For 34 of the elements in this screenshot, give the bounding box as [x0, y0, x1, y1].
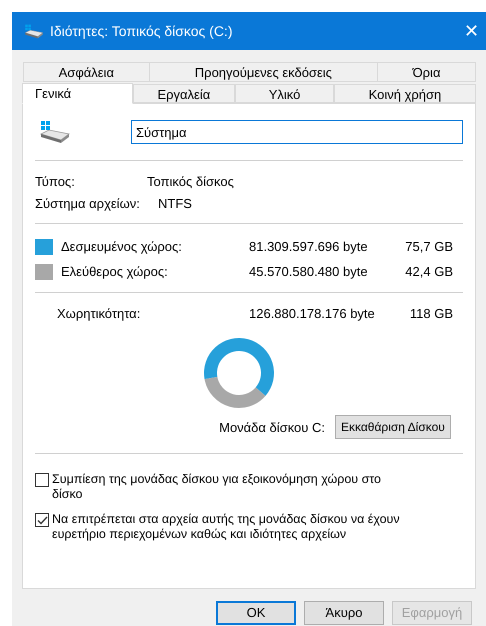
checkbox-label: Συμπίεση της μονάδας δίσκου για εξοικονόμηση χώρου στο δίσκο: [52, 472, 382, 502]
field-value: Τοπικός δίσκος: [147, 173, 234, 192]
tab[interactable]: Όρια: [377, 62, 476, 82]
close-button[interactable]: ✕: [464, 18, 486, 44]
name-field[interactable]: Σύστημα: [131, 120, 463, 144]
tab[interactable]: Κοινή χρήση: [334, 84, 476, 103]
field-label: Σύστημα αρχείων:: [35, 195, 141, 214]
drive-icon: [39, 120, 71, 144]
tab[interactable]: Γενικά: [22, 83, 133, 104]
field-label: Τύπος:: [35, 173, 76, 192]
field-value: NTFS: [158, 195, 192, 214]
dialog-button[interactable]: OK: [216, 601, 296, 625]
capacity-bytes: 126.880.178.176 byte: [249, 305, 376, 324]
checkbox[interactable]: [35, 513, 49, 527]
capacity-size: 118 GB: [408, 305, 454, 324]
tab[interactable]: Εργαλεία: [132, 84, 236, 103]
space-size: 42,4 GB: [404, 262, 454, 281]
space-size: 75,7 GB: [404, 238, 454, 256]
dialog-button[interactable]: Άκυρο: [304, 601, 384, 625]
check-icon: [36, 516, 48, 524]
window-title: Ιδιότητες: Τοπικός δίσκος (C:): [50, 22, 234, 41]
space-bytes: 81.309.597.696 byte: [249, 238, 369, 256]
drive-label: Μονάδα δίσκου C:: [218, 418, 326, 436]
checkbox[interactable]: [35, 473, 49, 487]
space-label: Ελεύθερος χώρος:: [61, 262, 169, 281]
tab[interactable]: Προηγούμενες εκδόσεις: [148, 62, 378, 82]
space-bytes: 45.570.580.480 byte: [249, 262, 369, 281]
tab[interactable]: Ασφάλεια: [23, 62, 150, 82]
space-label: Δεσμευμένος χώρος:: [61, 238, 183, 256]
tab[interactable]: Υλικό: [235, 84, 334, 103]
drive-icon: [24, 24, 44, 38]
capacity-label: Χωρητικότητα:: [57, 305, 142, 324]
checkbox-label: Να επιτρέπεται στα αρχεία αυτής της μονάδας δίσκου να έχουν ευρετήριο περιεχομένων καθώς και ιδιότητες αρχείων: [52, 512, 401, 542]
disk-cleanup-button[interactable]: Εκκαθάριση Δίσκου: [335, 415, 451, 439]
